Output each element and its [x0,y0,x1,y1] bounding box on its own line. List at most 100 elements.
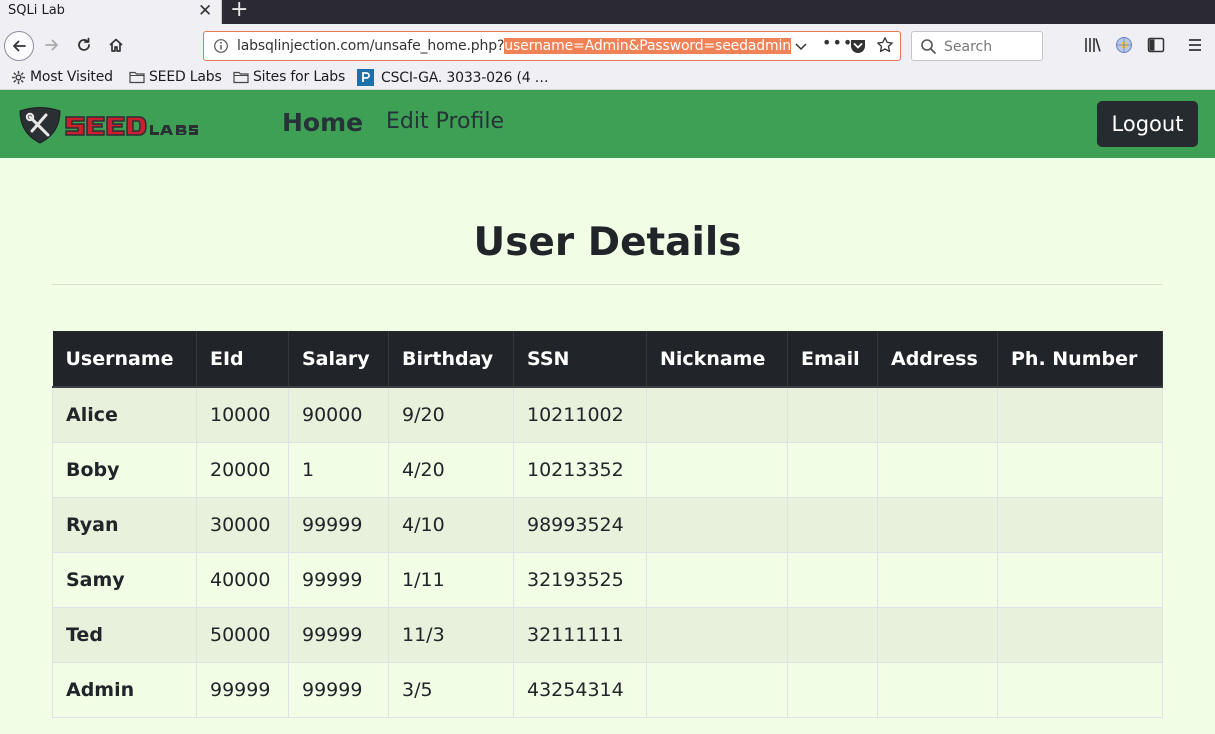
header-email: Email [787,331,878,388]
cell-nickname [646,661,788,718]
cell-address [877,661,998,718]
table-row: Admin 99999 99999 3/5 43254314 [52,661,1163,718]
url-text[interactable]: labsqlinjection.com/unsafe_home.php?user… [237,38,791,54]
page-title: User Details [473,220,742,265]
cell-email [787,496,878,553]
table-row: Samy 40000 99999 1/11 32193525 [52,551,1163,608]
header-birthday: Birthday [388,331,514,388]
cell-nickname [646,551,788,608]
table-row: Alice 10000 90000 9/20 10211002 [52,386,1163,443]
cell-email [787,386,878,443]
bookmark-label: SEED Labs [149,69,222,85]
cell-email [787,606,878,663]
cell-email [787,441,878,498]
pearson-icon [357,69,374,86]
search-bar[interactable]: Search [911,31,1043,61]
reload-button[interactable] [72,33,96,57]
cell-eid: 30000 [196,496,289,553]
cell-address [877,441,998,498]
cell-address [877,386,998,443]
cell-salary: 1 [288,441,389,498]
search-placeholder: Search [944,39,993,55]
header-username: Username [52,331,197,388]
header-ssn: SSN [513,331,647,388]
cell-nickname [646,441,788,498]
bookmark-label: Most Visited [30,69,113,85]
cell-phone-number [997,661,1163,718]
table-row: Ryan 30000 99999 4/10 98993524 [52,496,1163,553]
cell-salary: 99999 [288,661,389,718]
cell-phone-number [997,606,1163,663]
bookmark-label: CSCI-GA. 3033-026 (4 … [381,69,549,86]
table-header-row: Username EId Salary Birthday SSN Nicknam… [52,331,1163,388]
cell-username: Alice [52,386,197,443]
search-icon [921,39,937,55]
menu-icon[interactable] [1186,36,1204,54]
cell-eid: 50000 [196,606,289,663]
cell-salary: 99999 [288,496,389,553]
cell-birthday: 4/10 [388,496,514,553]
cell-username: Ryan [52,496,197,553]
tab-sqli-lab[interactable]: SQLi Lab ✕ [0,0,222,24]
nav-edit-profile-link[interactable]: Edit Profile [386,109,504,134]
sidebar-icon[interactable] [1147,36,1165,54]
address-bar[interactable]: labsqlinjection.com/unsafe_home.php?user… [203,31,901,61]
star-icon[interactable] [876,36,894,54]
nav-home-link[interactable]: Home [282,108,363,137]
new-tab-icon[interactable]: + [230,0,248,22]
header-address: Address [877,331,998,388]
cell-birthday: 4/20 [388,441,514,498]
library-icon[interactable] [1084,36,1102,54]
header-phone-number: Ph. Number [997,331,1163,388]
bookmark-label: Sites for Labs [253,69,346,85]
extension-icon[interactable] [1115,36,1133,54]
cell-birthday: 9/20 [388,386,514,443]
bookmark-sites-for-labs[interactable]: Sites for Labs [233,69,345,85]
forward-button[interactable] [40,33,64,57]
cell-birthday: 3/5 [388,661,514,718]
bookmark-seed-labs[interactable]: SEED Labs [129,69,222,85]
cell-salary: 90000 [288,386,389,443]
table-row: Boby 20000 1 4/20 10213352 [52,441,1163,498]
title-divider [52,284,1162,285]
cell-username: Ted [52,606,197,663]
back-button[interactable] [4,31,34,61]
cell-username: Admin [52,661,197,718]
tab-strip: SQLi Lab ✕ + [0,0,1215,24]
home-button[interactable] [104,33,128,57]
header-salary: Salary [288,331,389,388]
cell-address [877,551,998,608]
cell-ssn: 10211002 [513,386,647,443]
tab-title: SQLi Lab [8,3,65,18]
url-selected-query: username=Admin&Password=seedadmin [504,38,791,54]
chevron-down-icon[interactable] [794,37,808,55]
pocket-icon[interactable] [849,37,867,55]
cell-nickname [646,386,788,443]
cell-salary: 99999 [288,551,389,608]
info-icon[interactable] [213,38,229,54]
bookmark-most-visited[interactable]: Most Visited [11,69,113,85]
bookmarks-toolbar: Most Visited SEED Labs Sites for Labs CS… [0,66,1215,90]
close-icon[interactable]: ✕ [198,1,212,21]
user-details-table: Username EId Salary Birthday SSN Nicknam… [52,331,1163,718]
logout-button[interactable]: Logout [1097,101,1198,147]
cell-ssn: 32111111 [513,606,647,663]
cell-email [787,661,878,718]
seed-labs-logo[interactable] [16,105,216,145]
cell-eid: 40000 [196,551,289,608]
cell-address [877,496,998,553]
bookmark-csci-course[interactable]: CSCI-GA. 3033-026 (4 … [357,69,549,86]
cell-ssn: 43254314 [513,661,647,718]
cell-address [877,606,998,663]
reload-icon [78,37,90,51]
site-navbar: Home Edit Profile Logout [0,90,1215,158]
cell-birthday: 11/3 [388,606,514,663]
cell-phone-number [997,496,1163,553]
cell-ssn: 10213352 [513,441,647,498]
cell-ssn: 32193525 [513,551,647,608]
header-nickname: Nickname [646,331,788,388]
cell-email [787,551,878,608]
cell-phone-number [997,441,1163,498]
home-icon [109,38,123,52]
forward-icon [45,39,58,51]
